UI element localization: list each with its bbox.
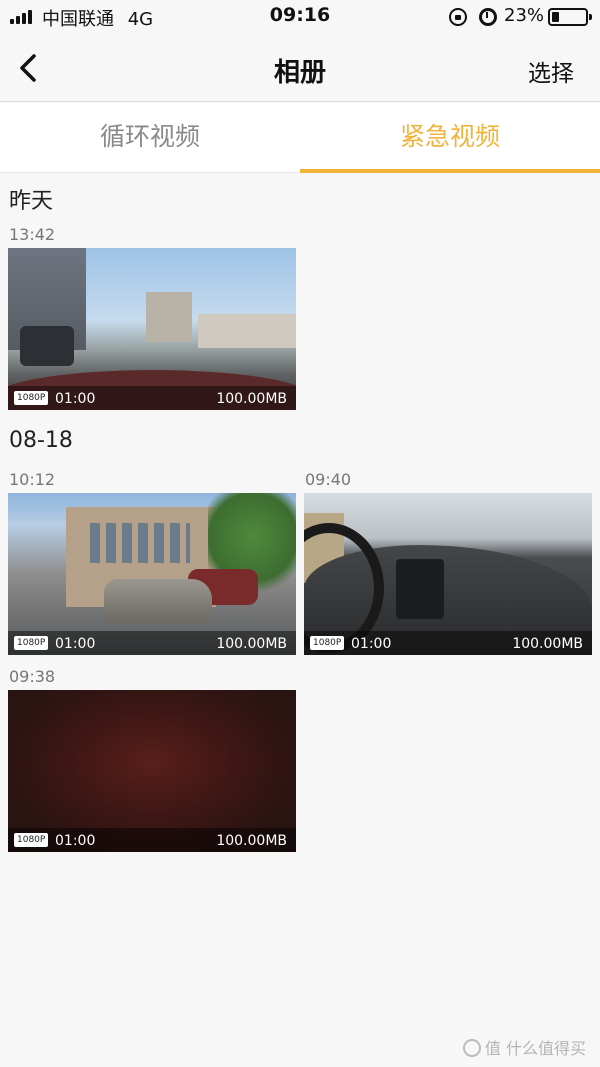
page-title: 相册 — [273, 58, 326, 88]
status-bar: 中国联通 4G 09:16 23% — [0, 0, 600, 34]
rotation-lock-icon — [449, 8, 467, 26]
back-button[interactable] — [12, 48, 46, 88]
video-duration: 01:00 — [351, 636, 392, 652]
resolution-badge: 1080P — [310, 636, 345, 650]
section-date-header: 08-18 — [9, 428, 73, 453]
tab-loop-videos[interactable]: 循环视频 — [0, 103, 300, 173]
resolution-badge: 1080P — [14, 391, 49, 405]
video-time-label: 13:42 — [9, 225, 56, 244]
video-duration: 01:00 — [55, 636, 96, 652]
navigation-bar: 相册 选择 — [0, 34, 600, 102]
resolution-badge: 1080P — [14, 636, 49, 650]
video-file-size: 100.00MB — [216, 636, 287, 652]
status-icons — [449, 6, 499, 28]
video-time-label: 09:38 — [9, 667, 56, 686]
video-time-label: 10:12 — [9, 470, 56, 489]
video-file-size: 100.00MB — [216, 391, 287, 407]
thumbnail-info-bar: 1080P 01:00 100.00MB — [304, 631, 592, 655]
section-date-header: 昨天 — [9, 189, 54, 214]
resolution-badge: 1080P — [14, 833, 49, 847]
video-duration: 01:00 — [55, 391, 96, 407]
alarm-icon — [479, 8, 497, 26]
video-thumbnail[interactable]: 1080P 01:00 100.00MB — [8, 690, 296, 852]
video-file-size: 100.00MB — [512, 636, 583, 652]
video-tabs: 循环视频 紧急视频 — [0, 103, 600, 173]
battery-percentage: 23% — [504, 5, 545, 26]
thumbnail-info-bar: 1080P 01:00 100.00MB — [8, 386, 296, 410]
video-thumbnail[interactable]: 1080P 01:00 100.00MB — [8, 248, 296, 410]
tab-emergency-videos[interactable]: 紧急视频 — [300, 103, 600, 173]
video-time-label: 09:40 — [305, 470, 352, 489]
watermark: 值 什么值得买 — [462, 1035, 586, 1059]
select-button[interactable]: 选择 — [528, 54, 574, 88]
watermark-text: 值 什么值得买 — [484, 1039, 586, 1058]
video-duration: 01:00 — [55, 833, 96, 849]
battery-fill — [552, 12, 559, 22]
watermark-logo-icon — [462, 1039, 481, 1057]
thumbnail-info-bar: 1080P 01:00 100.00MB — [8, 828, 296, 852]
thumbnail-info-bar: 1080P 01:00 100.00MB — [8, 631, 296, 655]
chevron-left-icon — [20, 54, 36, 82]
battery-icon — [548, 8, 592, 26]
video-file-size: 100.00MB — [216, 833, 287, 849]
video-thumbnail[interactable]: 1080P 01:00 100.00MB — [8, 493, 296, 655]
video-thumbnail[interactable]: 1080P 01:00 100.00MB — [304, 493, 592, 655]
